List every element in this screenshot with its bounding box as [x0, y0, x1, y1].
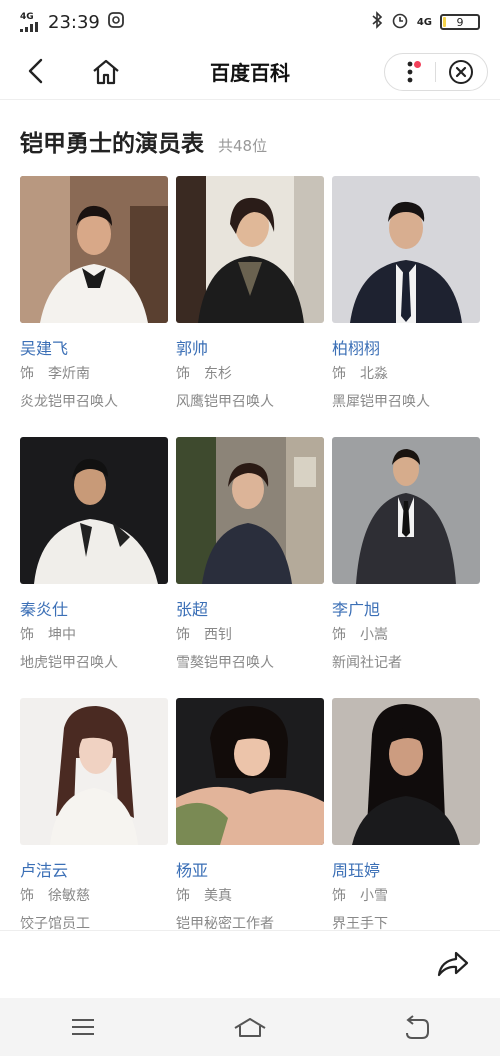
role-name: 美真	[204, 888, 232, 904]
cast-card[interactable]: 卢洁云 饰徐敏慈 饺子馆员工	[20, 698, 168, 930]
actor-name[interactable]: 郭帅	[176, 335, 324, 358]
role-prefix: 饰	[332, 888, 346, 904]
role-description: 地虎铠甲召唤人	[20, 655, 118, 671]
role-prefix: 饰	[20, 888, 34, 904]
role-prefix: 饰	[20, 627, 34, 643]
section-title: 铠甲勇士的演员表	[20, 131, 204, 157]
battery-level: 9	[456, 15, 464, 29]
battery-icon: 9	[440, 14, 480, 30]
battery-fill	[443, 17, 447, 27]
role-description: 炎龙铠甲召唤人	[20, 394, 118, 410]
actor-name[interactable]: 秦炎仕	[20, 596, 168, 619]
cast-count: 共48位	[218, 137, 268, 155]
back-icon[interactable]	[22, 56, 52, 86]
actor-name[interactable]: 杨亚	[176, 857, 324, 880]
cast-card[interactable]: 李广旭 饰小嵩 新闻社记者	[332, 437, 480, 698]
actor-role: 饰徐敏慈	[20, 885, 168, 907]
cast-heading: 铠甲勇士的演员表 共48位	[20, 124, 267, 158]
cast-card[interactable]: 秦炎仕 饰坤中 地虎铠甲召唤人	[20, 437, 168, 698]
cast-list-page: 铠甲勇士的演员表 共48位 吴建飞 饰李炘南 炎龙铠甲召唤人 郭帅 饰 东杉 风…	[0, 100, 500, 930]
role-name: 徐敏慈	[48, 888, 90, 904]
status-bar: 4G 23:39 4G 9	[0, 0, 500, 44]
app-notification-icon	[107, 11, 124, 33]
alarm-icon	[391, 11, 409, 33]
cast-card[interactable]: 郭帅 饰东杉 风鹰铠甲召唤人	[176, 176, 324, 437]
notification-dot	[413, 61, 421, 68]
actor-photo[interactable]	[176, 176, 324, 323]
role-name: 东杉	[204, 366, 232, 382]
actor-role: 饰美真	[176, 885, 324, 907]
actor-role: 饰东杉	[176, 363, 324, 385]
actor-photo[interactable]	[20, 437, 168, 584]
role-prefix: 饰	[332, 627, 346, 643]
menu-icon[interactable]	[53, 1007, 113, 1047]
role-description: 界王手下	[332, 916, 388, 930]
actor-photo[interactable]	[332, 176, 480, 323]
role-name: 坤中	[48, 627, 76, 643]
signal-icon: 4G	[20, 11, 40, 32]
actor-role: 饰西钊	[176, 624, 324, 646]
cast-card[interactable]: 张超 饰西钊 雪獒铠甲召唤人	[176, 437, 324, 698]
actor-name[interactable]: 吴建飞	[20, 335, 168, 358]
role-prefix: 饰	[20, 366, 34, 382]
role-description: 饺子馆员工	[20, 916, 90, 930]
actor-photo[interactable]	[332, 698, 480, 845]
network-type-right: 4G	[416, 16, 432, 28]
role-name: 小嵩	[360, 627, 388, 643]
cast-card[interactable]: 杨亚 饰美真 铠甲秘密工作者	[176, 698, 324, 930]
role-description: 黑犀铠甲召唤人	[332, 394, 430, 410]
home-outline-icon[interactable]	[220, 1007, 280, 1047]
home-icon[interactable]	[90, 57, 122, 87]
actor-photo[interactable]	[176, 698, 324, 845]
role-name: 李炘南	[48, 366, 90, 382]
network-type: 4G	[20, 11, 34, 22]
actor-name[interactable]: 周珏婷	[332, 857, 480, 880]
status-time: 23:39	[48, 11, 100, 33]
actor-photo[interactable]	[176, 437, 324, 584]
cast-card[interactable]: 柏栩栩 饰北淼 黑犀铠甲召唤人	[332, 176, 480, 437]
cast-grid: 吴建飞 饰李炘南 炎龙铠甲召唤人 郭帅 饰东杉 风鹰铠甲召唤人 柏栩栩 饰 北淼…	[20, 176, 480, 930]
role-description: 铠甲秘密工作者	[176, 916, 274, 930]
bluetooth-icon	[371, 11, 383, 33]
cast-card[interactable]: 吴建飞 饰李炘南 炎龙铠甲召唤人	[20, 176, 168, 437]
back-return-icon[interactable]	[387, 1007, 447, 1047]
actor-role: 饰北淼	[332, 363, 480, 385]
role-prefix: 饰	[176, 627, 190, 643]
role-description: 新闻社记者	[332, 655, 402, 671]
cast-card[interactable]: 周珏婷 饰小雪 界王手下	[332, 698, 480, 930]
actor-role: 饰坤中	[20, 624, 168, 646]
nav-bar: 百度百科	[0, 44, 500, 100]
mini-program-capsule	[384, 53, 488, 91]
actor-photo[interactable]	[332, 437, 480, 584]
role-description: 雪獒铠甲召唤人	[176, 655, 274, 671]
actor-photo[interactable]	[20, 176, 168, 323]
actor-role: 饰小嵩	[332, 624, 480, 646]
role-name: 小雪	[360, 888, 388, 904]
role-prefix: 饰	[332, 366, 346, 382]
actor-role: 饰小雪	[332, 885, 480, 907]
role-description: 风鹰铠甲召唤人	[176, 394, 274, 410]
close-icon[interactable]	[436, 54, 488, 90]
role-name: 北淼	[360, 366, 388, 382]
share-icon[interactable]	[436, 949, 470, 979]
actor-name[interactable]: 卢洁云	[20, 857, 168, 880]
actor-name[interactable]: 柏栩栩	[332, 335, 480, 358]
role-name: 西钊	[204, 627, 232, 643]
bottom-action-bar	[0, 930, 500, 998]
system-nav-bar	[0, 998, 500, 1056]
more-icon[interactable]	[385, 54, 435, 90]
actor-role: 饰李炘南	[20, 363, 168, 385]
actor-photo[interactable]	[20, 698, 168, 845]
role-prefix: 饰	[176, 366, 190, 382]
role-prefix: 饰	[176, 888, 190, 904]
actor-name[interactable]: 张超	[176, 596, 324, 619]
actor-name[interactable]: 李广旭	[332, 596, 480, 619]
